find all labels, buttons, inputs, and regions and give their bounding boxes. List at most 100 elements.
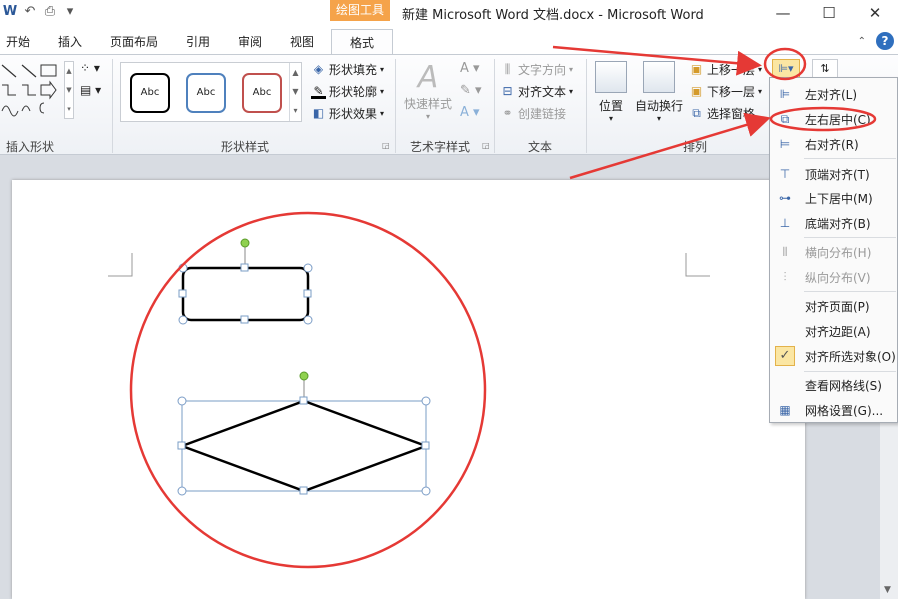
tab-home[interactable]: 开始 [6, 33, 30, 50]
menu-divider [804, 291, 896, 292]
menu-item-align-to-page[interactable]: 对齐页面(P) [770, 294, 897, 318]
align-menu: ⊫ 左对齐(L) ⧉ 左右居中(C) ⊨ 右对齐(R) ⊤ 顶端对齐(T) ⊶ … [769, 77, 898, 423]
menu-item-label: 网格设置(G)... [805, 403, 884, 418]
bring-forward-label: 上移一层 [707, 63, 756, 77]
group-divider [494, 59, 495, 153]
dialog-launcher-icon[interactable]: ◲ [482, 141, 490, 150]
tab-review[interactable]: 审阅 [238, 33, 262, 50]
undo-icon[interactable]: ↶ [22, 4, 38, 20]
menu-item-label: 左对齐(L) [805, 87, 858, 102]
checkmark-icon: ✓ [775, 346, 795, 366]
shape-style-blue[interactable]: Abc [186, 73, 226, 113]
help-icon[interactable]: ? [876, 32, 894, 50]
bring-forward-icon: ▣ [690, 62, 703, 76]
quick-styles-button[interactable]: A 快速样式 ▾ [400, 61, 456, 122]
word-icon[interactable]: W [2, 4, 18, 20]
dropdown-arrow-icon: ▾ [380, 65, 385, 74]
wrap-text-icon [643, 61, 675, 93]
menu-item-grid-settings[interactable]: ▦ 网格设置(G)... [770, 398, 897, 422]
menu-item-label: 对齐页面(P) [805, 299, 870, 314]
text-fill-icon[interactable]: A ▾ [460, 61, 480, 76]
text-effects-icon[interactable]: A ▾ [460, 105, 480, 120]
text-outline-icon[interactable]: ✎ ▾ [460, 83, 482, 98]
bring-forward-button[interactable]: ▣ 上移一层 ▾ [689, 61, 762, 78]
dialog-launcher-icon[interactable]: ◲ [382, 141, 390, 150]
shape-effects-icon: ◧ [312, 106, 325, 120]
wrap-text-label: 自动换行 [634, 99, 683, 113]
menu-item-align-top[interactable]: ⊤ 顶端对齐(T) [770, 162, 897, 186]
selection-pane-button[interactable]: ⧉ 选择窗格 [689, 105, 755, 122]
menu-item-align-to-margin[interactable]: 对齐边距(A) [770, 319, 897, 343]
menu-item-align-left[interactable]: ⊫ 左对齐(L) [770, 82, 897, 106]
text-direction-button[interactable]: ⫼ 文字方向 ▾ [500, 61, 573, 78]
tab-format[interactable]: 格式 [331, 29, 394, 55]
document-page[interactable] [12, 180, 805, 599]
maximize-button[interactable]: ☐ [806, 0, 852, 27]
shape-outline-button[interactable]: ✎ 形状轮廓 ▾ [311, 83, 384, 100]
ribbon-tabs: 开始 插入 页面布局 引用 审阅 视图 格式 ⌃ ? [0, 29, 898, 55]
send-backward-button[interactable]: ▣ 下移一层 ▾ [689, 83, 762, 100]
rotate-button[interactable]: ⇅ [812, 59, 838, 79]
menu-item-distribute-vertical[interactable]: ⫶ 纵向分布(V) [770, 265, 897, 289]
shape-fill-button[interactable]: ◈ 形状填充 ▾ [311, 61, 384, 78]
tab-insert[interactable]: 插入 [58, 33, 82, 50]
distribute-horizontal-icon: ⫴ [782, 244, 788, 259]
dropdown-arrow-icon: ▾ [425, 112, 430, 121]
edit-shape-icon[interactable]: ⁘ ▾ [80, 61, 100, 75]
position-label: 位置 [598, 99, 623, 113]
ribbon: ▲ ▼ ▾ ⁘ ▾ ▤ ▾ 插入形状 Abc Abc Abc ▲ ▼ ▾ ◈ 形状填充 … [0, 54, 898, 155]
group-divider [586, 59, 587, 153]
minimize-button[interactable]: — [760, 0, 806, 27]
text-box-icon[interactable]: ▤ ▾ [80, 83, 101, 97]
menu-item-label: 对齐所选对象(O) [805, 349, 896, 364]
align-center-icon: ⧉ [780, 111, 790, 126]
shape-effects-label: 形状效果 [329, 107, 378, 121]
tab-page-layout[interactable]: 页面布局 [110, 33, 158, 50]
tab-view[interactable]: 视图 [290, 33, 314, 50]
align-text-button[interactable]: ⊟ 对齐文本 ▾ [500, 83, 573, 100]
shape-outline-label: 形状轮廓 [329, 85, 378, 99]
customize-qat-icon[interactable]: ▾ [62, 4, 78, 20]
shape-effects-button[interactable]: ◧ 形状效果 ▾ [311, 105, 384, 122]
menu-divider [804, 237, 896, 238]
create-link-button[interactable]: ⚭ 创建链接 [500, 105, 566, 122]
align-middle-icon: ⊶ [779, 191, 791, 205]
dropdown-arrow-icon: ▾ [569, 87, 574, 96]
wrap-text-button[interactable]: 自动换行 ▾ [632, 61, 686, 123]
menu-item-label: 上下居中(M) [805, 191, 873, 206]
align-text-label: 对齐文本 [518, 85, 567, 99]
paint-bucket-icon: ◈ [313, 62, 324, 76]
menu-divider [804, 158, 896, 159]
menu-item-align-center[interactable]: ⧉ 左右居中(C) [770, 107, 897, 131]
menu-item-label: 横向分布(H) [805, 245, 872, 260]
shapes-gallery[interactable] [0, 61, 62, 119]
shapes-gallery-scroll[interactable]: ▲ ▼ ▾ [64, 61, 74, 119]
shape-style-red[interactable]: Abc [242, 73, 282, 113]
menu-item-label: 左右居中(C) [805, 112, 871, 127]
menu-item-align-middle[interactable]: ⊶ 上下居中(M) [770, 186, 897, 210]
menu-item-align-right[interactable]: ⊨ 右对齐(R) [770, 132, 897, 156]
print-icon[interactable]: ⎙ [42, 4, 58, 20]
dropdown-arrow-icon: ▾ [758, 87, 763, 96]
ribbon-collapse-icon[interactable]: ⌃ [858, 36, 866, 47]
menu-item-label: 右对齐(R) [805, 137, 859, 152]
help-area: ⌃ ? [858, 32, 894, 50]
menu-item-distribute-horizontal[interactable]: ⫴ 横向分布(H) [770, 240, 897, 264]
menu-item-align-bottom[interactable]: ⊥ 底端对齐(B) [770, 211, 897, 235]
style-gallery-scroll[interactable]: ▲ ▼ ▾ [289, 63, 301, 121]
scroll-down-icon[interactable]: ▼ [884, 585, 891, 595]
window-title: 新建 Microsoft Word 文档.docx - Microsoft Wo… [402, 8, 704, 23]
menu-item-view-gridlines[interactable]: 查看网格线(S) [770, 373, 897, 397]
shape-style-black[interactable]: Abc [130, 73, 170, 113]
align-dropdown-button[interactable]: ⊫▾ [772, 59, 800, 79]
tab-references[interactable]: 引用 [186, 33, 210, 50]
grid-settings-icon: ▦ [779, 403, 791, 417]
menu-item-label: 纵向分布(V) [805, 270, 871, 285]
align-right-icon: ⊨ [779, 137, 791, 151]
dropdown-arrow-icon: ▾ [608, 114, 613, 123]
shape-style-gallery[interactable]: Abc Abc Abc ▲ ▼ ▾ [120, 62, 302, 122]
quick-access-toolbar: W ↶ ⎙ ▾ [0, 4, 78, 20]
position-button[interactable]: 位置 ▾ [592, 61, 630, 123]
group-label-insert-shapes: 插入形状 [5, 140, 54, 154]
close-button[interactable]: ✕ [852, 0, 898, 27]
